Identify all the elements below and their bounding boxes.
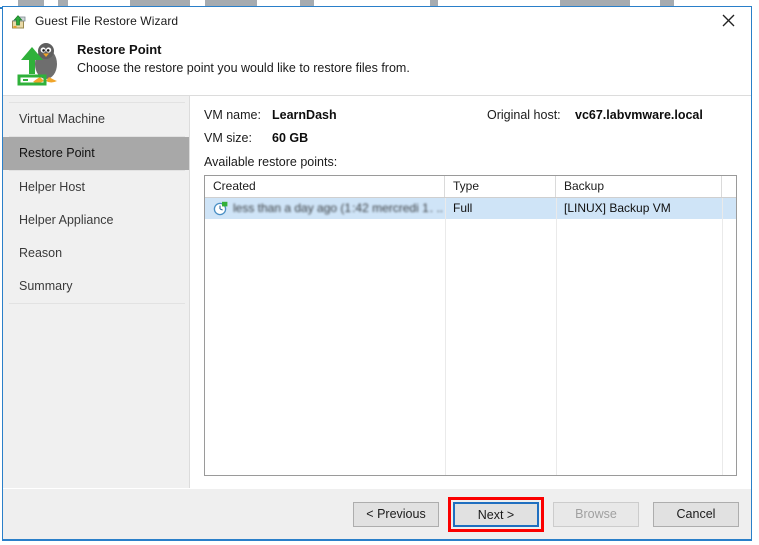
cell-created: less than a day ago (1 :42 mercredi 1 . … (205, 198, 445, 219)
browse-button: Browse (553, 502, 639, 527)
sidebar-item-label: Helper Appliance (19, 213, 114, 227)
sidebar-item-reason[interactable]: Reason (3, 237, 189, 270)
sidebar-item-helper-host[interactable]: Helper Host (3, 171, 189, 204)
available-restore-points-label: Available restore points: (204, 155, 338, 169)
column-header-backup[interactable]: Backup (556, 176, 722, 197)
table-body: less than a day ago (1 :42 mercredi 1 . … (205, 198, 736, 475)
dialog-footer: < Previous Next > Browse Cancel (2, 488, 752, 541)
table-row[interactable]: less than a day ago (1 :42 mercredi 1 . … (205, 198, 736, 219)
sidebar-item-label: Reason (19, 246, 63, 260)
table-header-row: Created Type Backup (205, 176, 736, 198)
title-bar: Guest File Restore Wizard (3, 7, 751, 34)
dialog-body: Virtual Machine Restore Point Helper Hos… (3, 96, 751, 488)
page-title: Restore Point (77, 42, 162, 57)
sidebar-item-label: Helper Host (19, 180, 85, 194)
column-header-type[interactable]: Type (445, 176, 556, 197)
window-title: Guest File Restore Wizard (35, 13, 179, 28)
sidebar-divider (9, 303, 185, 304)
next-button[interactable]: Next > (453, 502, 539, 527)
cancel-button[interactable]: Cancel (653, 502, 739, 527)
next-button-wrapper: Next > (448, 497, 544, 532)
original-host-value: vc67.labvmware.local (575, 108, 703, 122)
vm-info-grid: VM name: LearnDash Original host: vc67.l… (204, 108, 737, 145)
restore-point-clock-icon (213, 201, 228, 216)
page-subtitle: Choose the restore point you would like … (77, 61, 410, 75)
restore-upload-icon (10, 12, 28, 30)
vm-size-value: 60 GB (272, 131, 309, 145)
cell-backup: [LINUX] Backup VM (564, 201, 671, 215)
sidebar-item-helper-appliance[interactable]: Helper Appliance (3, 204, 189, 237)
vm-size-label: VM size: (204, 131, 252, 145)
vm-name-value: LearnDash (272, 108, 337, 122)
sidebar-item-restore-point[interactable]: Restore Point (3, 137, 189, 170)
sidebar-item-virtual-machine[interactable]: Virtual Machine (3, 103, 189, 136)
column-header-extra[interactable] (722, 176, 736, 197)
sidebar-item-summary[interactable]: Summary (3, 270, 189, 303)
restore-points-table: Created Type Backup less than a day ago … (204, 175, 737, 476)
background-right-edge (752, 0, 759, 545)
cell-type: Full (453, 201, 473, 215)
vm-name-label: VM name: (204, 108, 261, 122)
previous-button[interactable]: < Previous (353, 502, 439, 527)
wizard-steps-sidebar: Virtual Machine Restore Point Helper Hos… (3, 96, 190, 488)
close-icon[interactable] (706, 7, 751, 34)
sidebar-item-label: Restore Point (19, 146, 95, 160)
column-header-created[interactable]: Created (205, 176, 445, 197)
cell-created-text: less than a day ago (1 :42 mercredi 1 . … (233, 201, 444, 215)
sidebar-item-label: Summary (19, 279, 73, 293)
sidebar-item-label: Virtual Machine (19, 112, 105, 126)
wizard-header: Restore Point Choose the restore point y… (3, 34, 751, 96)
linux-penguin-restore-icon (15, 38, 65, 88)
guest-file-restore-wizard-dialog: Guest File Restore Wizard Restore Point … (2, 6, 752, 541)
original-host-label: Original host: (487, 108, 561, 122)
main-content: VM name: LearnDash Original host: vc67.l… (190, 96, 751, 488)
